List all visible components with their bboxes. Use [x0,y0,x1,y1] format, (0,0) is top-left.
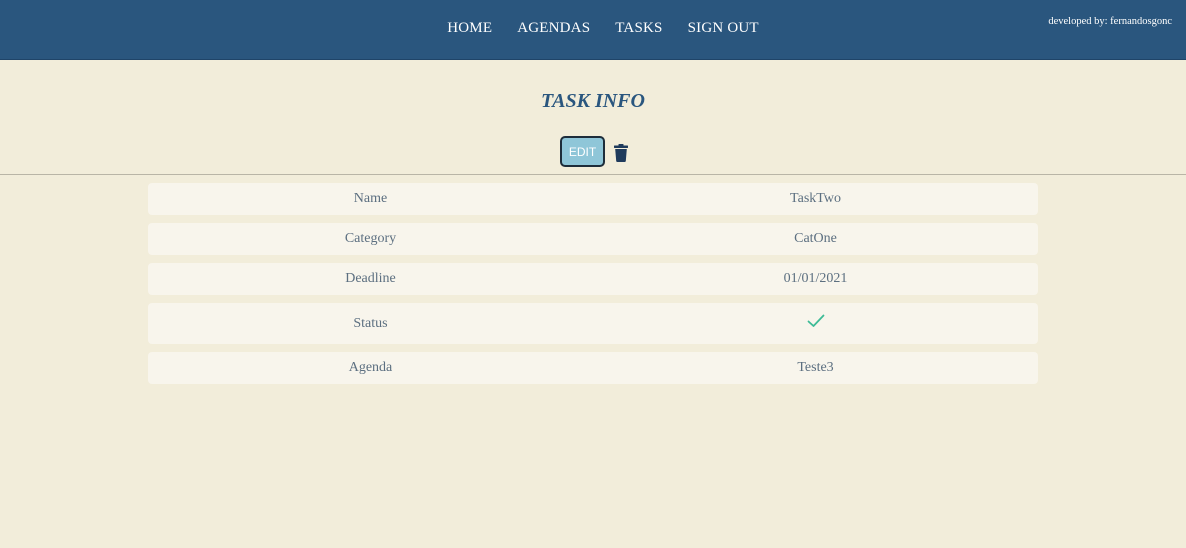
task-actions: EDIT [560,136,628,167]
detail-row-name: Name TaskTwo [148,183,1038,215]
detail-label: Agenda [348,360,393,375]
navbar: HOME AGENDAS TASKS SIGN OUT developed by… [0,0,1186,60]
page-title: TASK INFO [541,90,645,112]
detail-row-status: Status [148,303,1038,344]
detail-value: 01/01/2021 [783,271,848,286]
detail-value [593,314,1038,333]
detail-label: Deadline [345,271,396,286]
nav-home-link[interactable]: HOME [447,20,492,37]
detail-value: CatOne [794,231,837,246]
detail-value: TaskTwo [790,191,841,206]
nav-tasks-link[interactable]: TASKS [615,20,662,37]
check-icon [807,314,824,327]
nav-sign-out-link[interactable]: SIGN OUT [688,20,759,37]
developer-credit: developed by: fernandosgonc [1048,16,1172,27]
detail-row-agenda: Agenda Teste3 [148,352,1038,384]
detail-row-deadline: Deadline 01/01/2021 [148,263,1038,295]
detail-label: Name [353,191,388,206]
divider [0,174,1186,175]
detail-value: Teste3 [797,360,834,375]
detail-label: Status [353,315,388,331]
task-details: Name TaskTwo Category CatOne Deadline 01… [148,183,1038,392]
edit-button[interactable]: EDIT [560,136,605,167]
detail-label: Category [344,231,397,246]
detail-row-category: Category CatOne [148,223,1038,255]
nav-links: HOME AGENDAS TASKS SIGN OUT [0,20,1186,37]
trash-icon[interactable] [614,143,628,162]
nav-agendas-link[interactable]: AGENDAS [517,20,590,37]
